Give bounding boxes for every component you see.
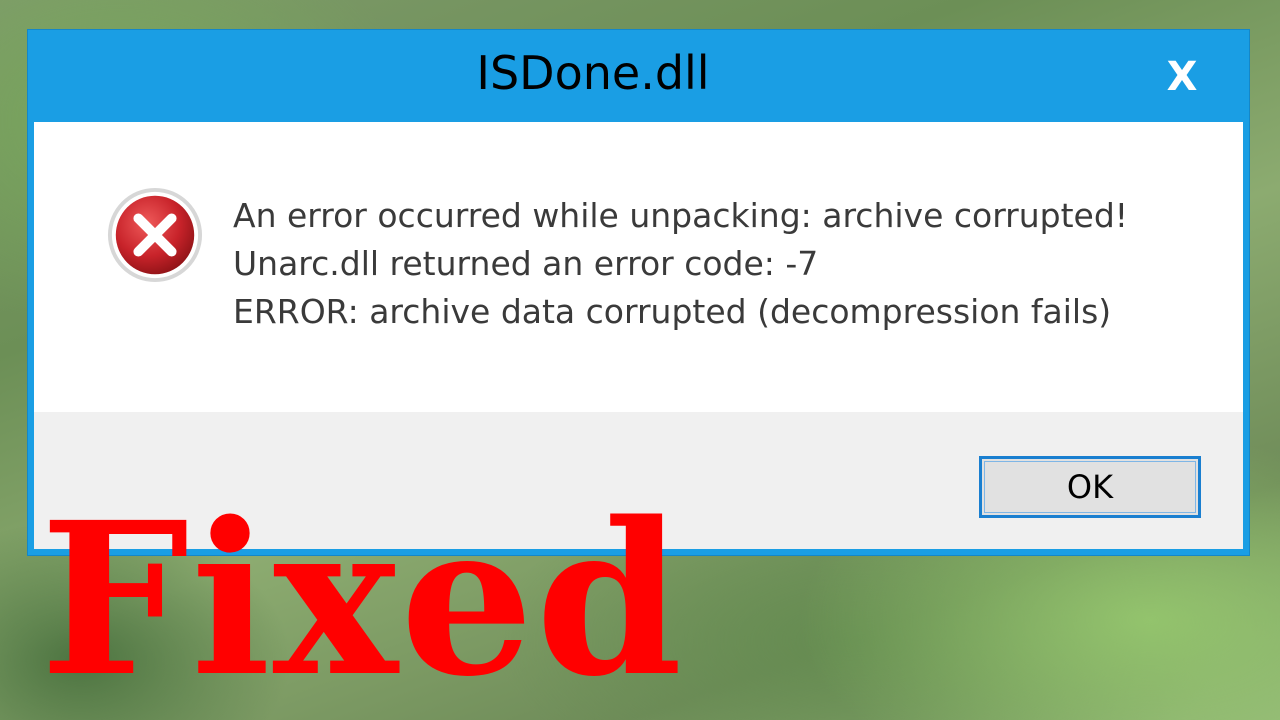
close-icon: X xyxy=(1166,54,1198,100)
dialog-titlebar[interactable]: ISDone.dll X xyxy=(28,30,1249,122)
error-message-line: Unarc.dll returned an error code: -7 xyxy=(233,244,819,283)
dialog-content: An error occurred while unpacking: archi… xyxy=(34,122,1243,412)
error-messages: An error occurred while unpacking: archi… xyxy=(233,192,1128,336)
fixed-caption: Fixed xyxy=(40,476,685,720)
ok-button[interactable]: OK xyxy=(979,456,1201,518)
error-message-line: An error occurred while unpacking: archi… xyxy=(233,196,1129,235)
error-icon xyxy=(107,187,203,283)
dialog-title: ISDone.dll xyxy=(476,46,710,100)
close-button[interactable]: X xyxy=(1157,52,1207,102)
error-message-line: ERROR: archive data corrupted (decompres… xyxy=(233,292,1112,331)
